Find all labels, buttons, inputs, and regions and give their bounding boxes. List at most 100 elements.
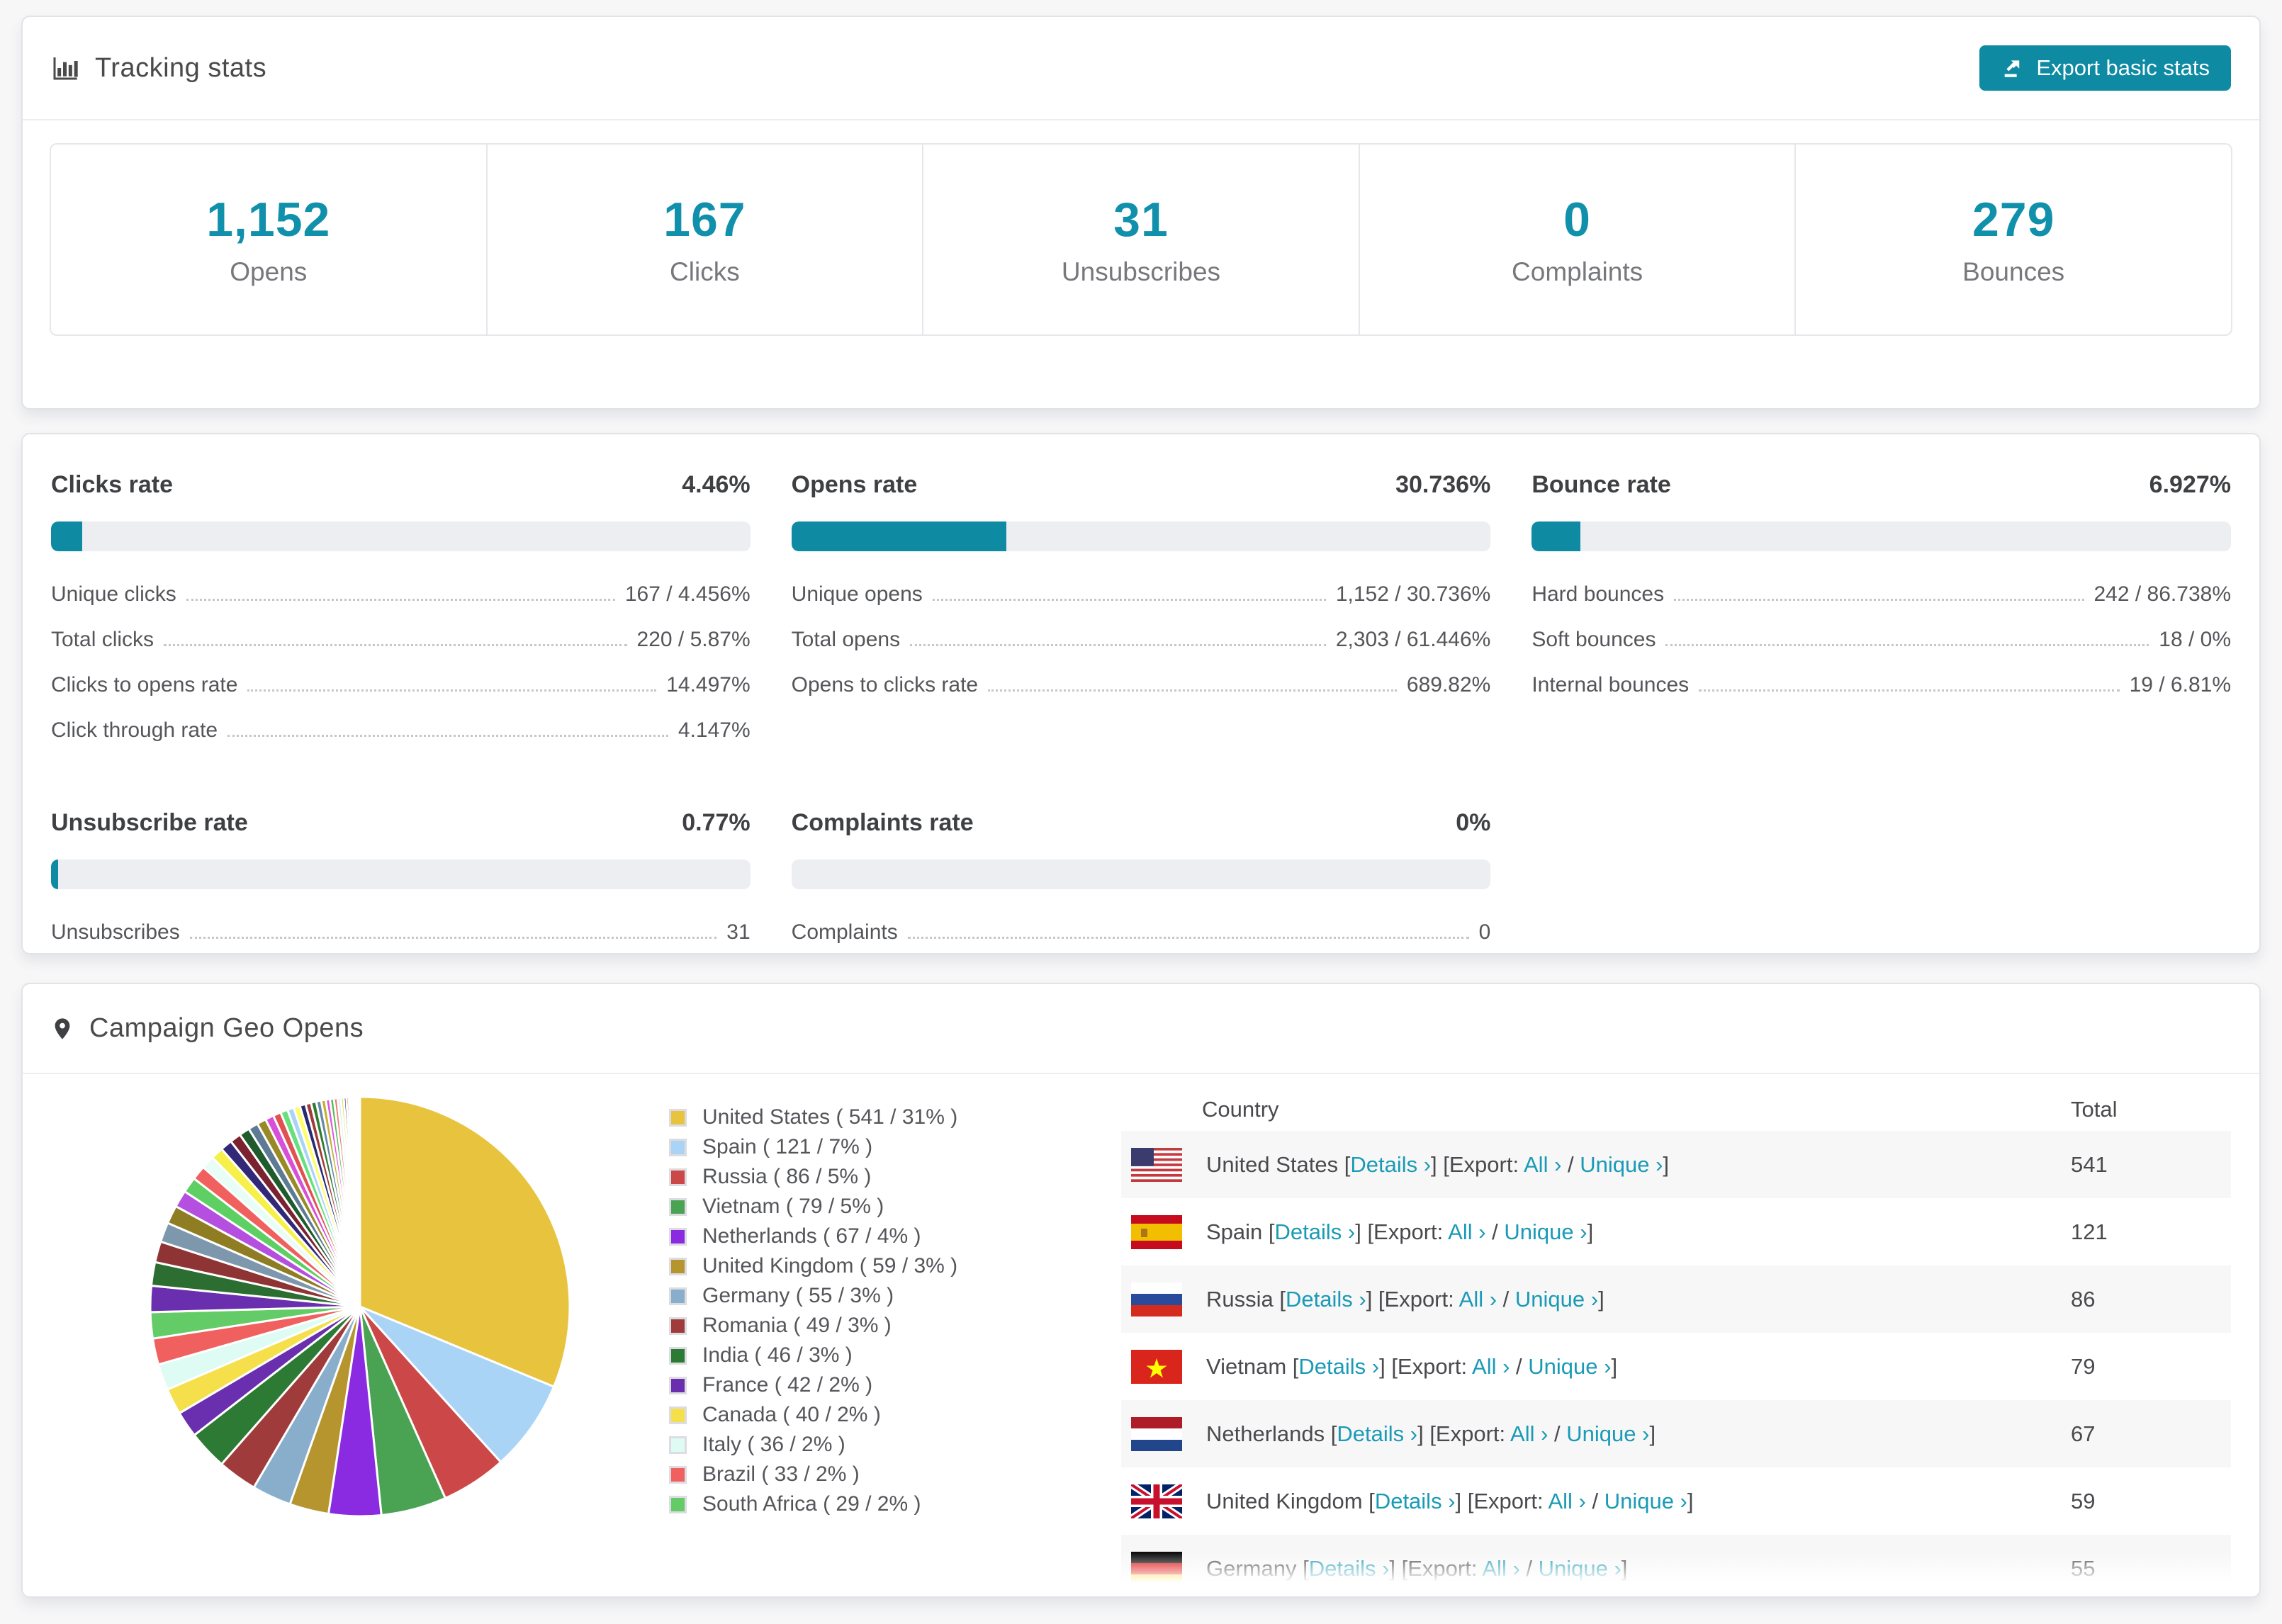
stat-label: Complaints bbox=[1512, 257, 1643, 286]
stat-value: 167 bbox=[663, 193, 746, 247]
dotted-leader bbox=[907, 937, 1469, 939]
rate-detail-label: Total opens bbox=[791, 628, 901, 651]
geo-country-table: Country Total United States [Details ›] … bbox=[1121, 1074, 2231, 1596]
export-all-link[interactable]: All › bbox=[1510, 1421, 1548, 1446]
bar-chart-icon bbox=[53, 57, 78, 80]
details-link[interactable]: Details › bbox=[1275, 1219, 1356, 1244]
us-flag-icon bbox=[1131, 1147, 1182, 1182]
stat-cell-unsubscribes: 31 Unsubscribes bbox=[923, 145, 1360, 334]
country-text: United Kingdom [Details ›] [Export: All … bbox=[1206, 1488, 1694, 1513]
rate-value: 6.927% bbox=[2149, 471, 2231, 498]
export-all-link[interactable]: All › bbox=[1459, 1287, 1497, 1312]
tracking-stats-card: Tracking stats Export basic stats 1,152 … bbox=[21, 16, 2261, 410]
rate-detail-row: Click through rate 4.147% bbox=[51, 718, 751, 743]
legend-label: United States ( 541 / 31% ) bbox=[702, 1105, 958, 1129]
tracking-stats-title-text: Tracking stats bbox=[95, 52, 267, 83]
legend-item: Romania ( 49 / 3% ) bbox=[669, 1311, 1081, 1341]
rate-progress-track bbox=[791, 521, 1491, 551]
table-row: Netherlands [Details ›] [Export: All › /… bbox=[1121, 1400, 2231, 1467]
export-all-link[interactable]: All › bbox=[1482, 1556, 1519, 1581]
legend-label: Canada ( 40 / 2% ) bbox=[702, 1403, 881, 1426]
legend-swatch bbox=[669, 1346, 687, 1365]
rate-progress-fill bbox=[51, 859, 58, 889]
export-unique-link[interactable]: Unique › bbox=[1566, 1421, 1649, 1446]
export-unique-link[interactable]: Unique › bbox=[1539, 1556, 1621, 1581]
table-row: United Kingdom [Details ›] [Export: All … bbox=[1121, 1467, 2231, 1535]
export-all-link[interactable]: All › bbox=[1548, 1489, 1585, 1513]
legend-label: Russia ( 86 / 5% ) bbox=[702, 1165, 872, 1188]
legend-item: United States ( 541 / 31% ) bbox=[669, 1103, 1081, 1132]
rate-title: Opens rate bbox=[791, 471, 918, 498]
legend-item: France ( 42 / 2% ) bbox=[669, 1370, 1081, 1400]
rate-value: 0.77% bbox=[682, 809, 751, 836]
export-unique-link[interactable]: Unique › bbox=[1504, 1219, 1587, 1244]
nl-flag-icon bbox=[1131, 1416, 1182, 1451]
legend-swatch bbox=[669, 1316, 687, 1335]
rate-progress-fill bbox=[51, 521, 82, 551]
rate-detail-label: Unique clicks bbox=[51, 582, 176, 606]
rate-detail-row: Soft bounces 18 / 0% bbox=[1531, 628, 2231, 652]
legend-item: Brazil ( 33 / 2% ) bbox=[669, 1460, 1081, 1489]
rate-progress-fill bbox=[1531, 521, 1580, 551]
geo-table-header: Country Total bbox=[1121, 1074, 2231, 1131]
legend-label: France ( 42 / 2% ) bbox=[702, 1373, 873, 1397]
details-link[interactable]: Details › bbox=[1298, 1354, 1379, 1379]
rate-head: Opens rate 30.736% bbox=[792, 471, 1491, 499]
legend-item: Russia ( 86 / 5% ) bbox=[669, 1162, 1081, 1192]
table-row: Germany [Details ›] [Export: All › / Uni… bbox=[1121, 1535, 2231, 1596]
legend-swatch bbox=[669, 1138, 687, 1156]
details-link[interactable]: Details › bbox=[1350, 1152, 1431, 1177]
legend-swatch bbox=[669, 1257, 687, 1275]
legend-item: Spain ( 121 / 7% ) bbox=[669, 1132, 1081, 1162]
geo-pie-legend: United States ( 541 / 31% ) Spain ( 121 … bbox=[669, 1103, 1081, 1519]
total-cell: 541 bbox=[2071, 1151, 2108, 1177]
stat-label: Opens bbox=[230, 257, 308, 286]
rate-detail-value: 4.147% bbox=[678, 718, 751, 742]
export-unique-link[interactable]: Unique › bbox=[1604, 1489, 1687, 1513]
rate-title: Unsubscribe rate bbox=[51, 809, 248, 836]
details-link[interactable]: Details › bbox=[1337, 1421, 1417, 1446]
export-all-link[interactable]: All › bbox=[1472, 1354, 1510, 1379]
legend-swatch bbox=[669, 1465, 687, 1484]
rate-value: 30.736% bbox=[1395, 471, 1491, 498]
de-flag-icon bbox=[1131, 1551, 1182, 1586]
export-basic-stats-button[interactable]: Export basic stats bbox=[1979, 45, 2231, 91]
stat-value: 0 bbox=[1563, 193, 1591, 247]
dotted-leader bbox=[1699, 689, 2120, 692]
dotted-leader bbox=[186, 599, 615, 601]
rate-detail-row: Complaints 0 bbox=[792, 920, 1491, 944]
rate-detail-row: Internal bounces 19 / 6.81% bbox=[1531, 673, 2231, 697]
rate-detail-label: Opens to clicks rate bbox=[791, 673, 979, 697]
details-link[interactable]: Details › bbox=[1286, 1287, 1366, 1312]
stat-cell-bounces: 279 Bounces bbox=[1796, 145, 2231, 334]
geo-table-header-total: Total bbox=[2071, 1097, 2118, 1122]
export-unique-link[interactable]: Unique › bbox=[1515, 1287, 1598, 1312]
rate-detail-label: Unsubscribes bbox=[51, 920, 180, 944]
export-unique-link[interactable]: Unique › bbox=[1528, 1354, 1611, 1379]
export-unique-link[interactable]: Unique › bbox=[1580, 1152, 1663, 1177]
export-all-link[interactable]: All › bbox=[1448, 1219, 1485, 1244]
country-cell: Spain [Details ›] [Export: All › / Uniqu… bbox=[1121, 1214, 2071, 1249]
tracking-stats-header: Tracking stats Export basic stats bbox=[23, 17, 2259, 120]
legend-item: Vietnam ( 79 / 5% ) bbox=[669, 1192, 1081, 1222]
legend-label: South Africa ( 29 / 2% ) bbox=[702, 1492, 921, 1516]
legend-swatch bbox=[669, 1495, 687, 1513]
dotted-leader bbox=[1665, 644, 2149, 646]
details-link[interactable]: Details › bbox=[1375, 1489, 1456, 1513]
ru-flag-icon bbox=[1131, 1282, 1182, 1316]
dotted-leader bbox=[910, 644, 1326, 646]
rate-detail-row: Opens to clicks rate 689.82% bbox=[792, 673, 1491, 697]
rate-detail-row: Unsubscribes 31 bbox=[51, 920, 751, 944]
legend-swatch bbox=[669, 1168, 687, 1186]
table-row: United States [Details ›] [Export: All ›… bbox=[1121, 1131, 2231, 1198]
vn-flag-icon bbox=[1131, 1349, 1182, 1384]
rate-block-bounce-rate: Bounce rate 6.927% Hard bounces 242 / 86… bbox=[1531, 471, 2231, 764]
legend-item: Canada ( 40 / 2% ) bbox=[669, 1400, 1081, 1430]
rate-title: Complaints rate bbox=[791, 809, 974, 836]
legend-label: Brazil ( 33 / 2% ) bbox=[702, 1462, 860, 1486]
details-link[interactable]: Details › bbox=[1309, 1556, 1390, 1581]
rate-detail-value: 689.82% bbox=[1406, 673, 1491, 697]
export-all-link[interactable]: All › bbox=[1524, 1152, 1561, 1177]
tracking-stats-title: Tracking stats bbox=[51, 53, 266, 84]
rate-detail-label: Internal bounces bbox=[1531, 673, 1690, 697]
